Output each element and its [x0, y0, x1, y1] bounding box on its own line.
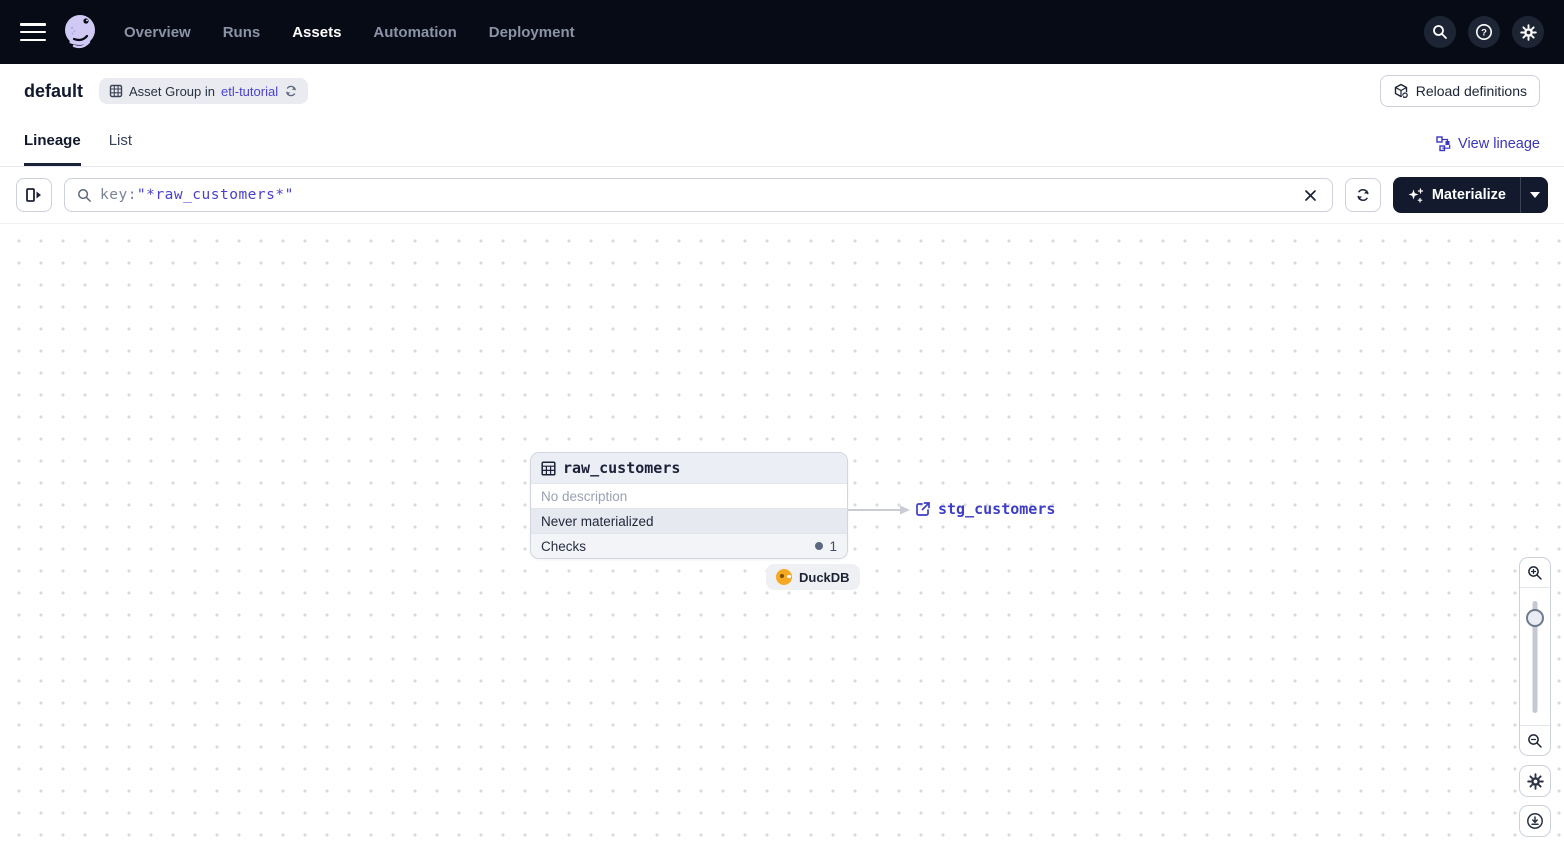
- sync-icon[interactable]: [284, 84, 298, 98]
- asset-node-header[interactable]: raw_customers: [531, 453, 847, 483]
- lineage-edge: [848, 505, 910, 515]
- recenter-button[interactable]: [1519, 805, 1551, 837]
- asset-group-icon: [109, 84, 123, 98]
- tab-list[interactable]: List: [109, 132, 132, 166]
- settings-button[interactable]: [1512, 16, 1544, 48]
- tab-bar: Lineage List View lineage: [0, 118, 1564, 167]
- search-icon: [78, 188, 91, 202]
- kind-tag-label: DuckDB: [799, 569, 850, 585]
- zoom-slider[interactable]: [1520, 588, 1550, 725]
- search-button[interactable]: [1424, 16, 1456, 48]
- lineage-graph-icon: [1436, 136, 1451, 152]
- downstream-asset-stg-customers[interactable]: stg_customers: [915, 500, 1055, 518]
- gear-icon: [1519, 23, 1537, 41]
- table-icon: [541, 460, 556, 476]
- duckdb-icon: [776, 569, 792, 585]
- filter-value-text: "*raw_customers*": [136, 187, 294, 203]
- clear-filter-button[interactable]: [1300, 184, 1322, 206]
- checks-label: Checks: [541, 538, 587, 554]
- menu-icon[interactable]: [20, 23, 46, 41]
- graph-settings-button[interactable]: [1519, 765, 1551, 797]
- view-lineage-label: View lineage: [1458, 136, 1540, 152]
- zoom-controls: [1519, 557, 1551, 756]
- reload-definitions-button[interactable]: Reload definitions: [1379, 75, 1540, 107]
- zoom-in-button[interactable]: [1520, 558, 1550, 588]
- nav-item-assets[interactable]: Assets: [292, 24, 341, 41]
- materialize-label: Materialize: [1431, 187, 1506, 203]
- search-icon: [1433, 25, 1447, 39]
- help-icon: ?: [1476, 24, 1492, 40]
- asset-node-raw-customers[interactable]: raw_customers No description Never mater…: [530, 452, 848, 559]
- tab-lineage[interactable]: Lineage: [24, 132, 81, 166]
- gear-icon: [1526, 772, 1544, 790]
- materialize-button-group: Materialize: [1392, 177, 1548, 213]
- checks-count: 1: [829, 538, 837, 554]
- toggle-sidebar-button[interactable]: [16, 178, 52, 212]
- help-button[interactable]: ?: [1468, 16, 1500, 48]
- nav-item-automation[interactable]: Automation: [373, 24, 456, 41]
- recenter-icon: [1527, 813, 1543, 829]
- zoom-out-icon: [1528, 733, 1542, 748]
- primary-nav: Overview Runs Assets Automation Deployme…: [124, 24, 575, 41]
- lineage-toolbar: key:"*raw_customers*" Materialize: [0, 167, 1564, 224]
- caret-down-icon: [1529, 192, 1540, 198]
- panel-toggle-icon: [26, 188, 41, 202]
- zoom-in-icon: [1528, 565, 1542, 580]
- asset-filter-input[interactable]: key:"*raw_customers*": [64, 178, 1333, 212]
- materialize-dropdown-button[interactable]: [1520, 177, 1548, 213]
- materialize-button[interactable]: Materialize: [1393, 177, 1520, 213]
- asset-group-badge: Asset Group in etl-tutorial: [99, 78, 309, 104]
- view-lineage-link[interactable]: View lineage: [1436, 136, 1540, 166]
- reload-icon: [1394, 83, 1409, 99]
- asset-name: raw_customers: [563, 459, 681, 477]
- asset-checks-row[interactable]: Checks 1: [531, 533, 847, 558]
- filter-key-text: key:: [100, 187, 137, 203]
- nav-item-overview[interactable]: Overview: [124, 24, 191, 41]
- lineage-canvas[interactable]: raw_customers No description Never mater…: [0, 224, 1564, 851]
- kind-tag-duckdb[interactable]: DuckDB: [766, 564, 860, 590]
- code-location-link[interactable]: etl-tutorial: [221, 84, 278, 99]
- external-link-icon: [916, 502, 930, 516]
- svg-text:?: ?: [1481, 28, 1487, 39]
- check-status-dot: [815, 542, 824, 550]
- nav-item-runs[interactable]: Runs: [223, 24, 261, 41]
- asset-description-row: No description: [531, 483, 847, 508]
- page-header: default Asset Group in etl-tutorial Relo…: [0, 64, 1564, 118]
- reload-definitions-label: Reload definitions: [1415, 83, 1527, 99]
- dagster-logo[interactable]: [60, 11, 102, 53]
- nav-item-deployment[interactable]: Deployment: [489, 24, 575, 41]
- sparkle-icon: [1408, 187, 1423, 203]
- page-title: default: [24, 80, 84, 101]
- zoom-slider-thumb[interactable]: [1526, 609, 1544, 627]
- refresh-graph-button[interactable]: [1344, 178, 1381, 212]
- close-icon: [1305, 189, 1317, 201]
- asset-status-row: Never materialized: [531, 508, 847, 533]
- zoom-out-button[interactable]: [1520, 725, 1550, 755]
- asset-group-label: Asset Group in: [129, 83, 216, 99]
- sync-icon: [1357, 189, 1369, 201]
- top-navbar: Overview Runs Assets Automation Deployme…: [0, 0, 1564, 64]
